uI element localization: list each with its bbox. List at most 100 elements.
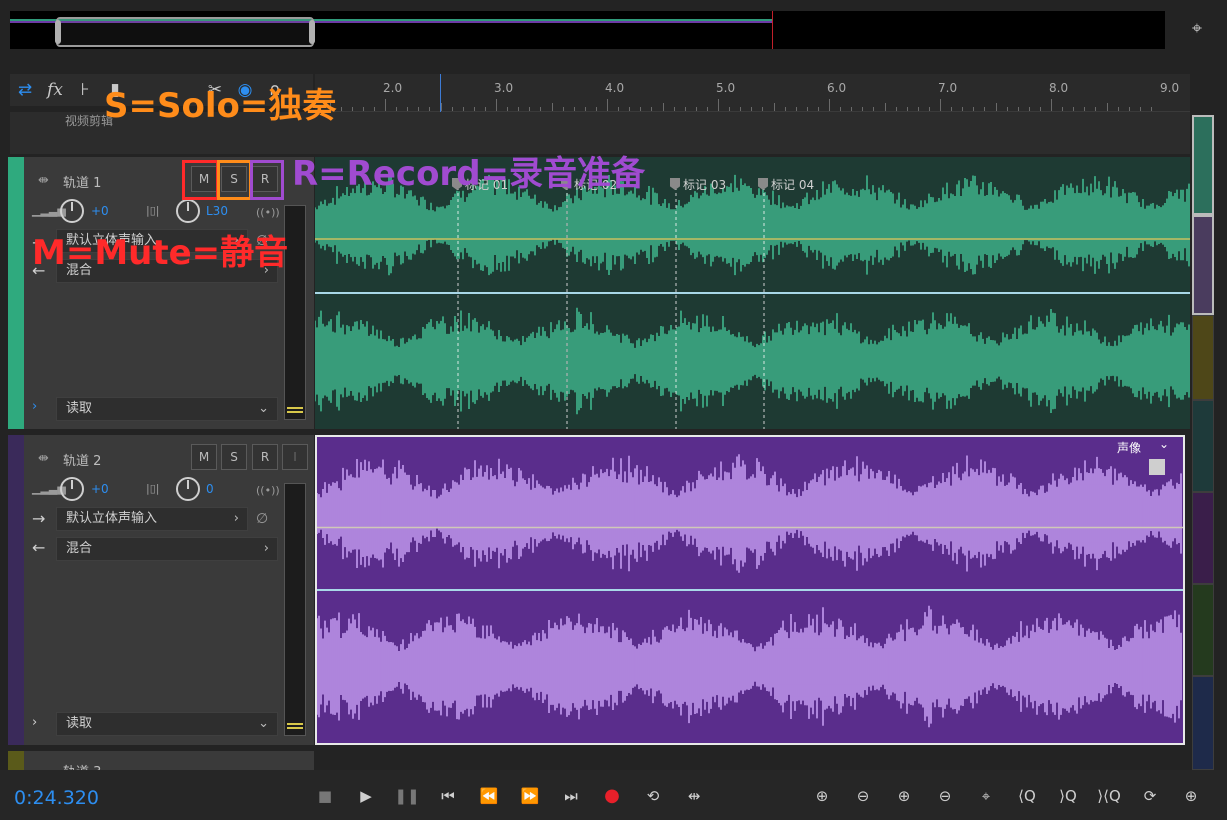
zoom-in-point-icon[interactable]: ⟩Q [1055, 784, 1081, 808]
track2-mute-button[interactable]: M [191, 444, 217, 470]
zoom-full-icon[interactable]: ⌖ [973, 784, 999, 808]
ruler-tick [862, 107, 864, 111]
overview-viewport-handle[interactable] [55, 17, 315, 47]
vertical-scrollbar[interactable] [1192, 115, 1214, 770]
track2-name[interactable]: 轨道 2 [63, 450, 101, 469]
track3-color-strip [8, 751, 24, 770]
scroll-segment[interactable] [1192, 676, 1214, 770]
ruler-tick [695, 107, 697, 111]
track2-input-dropdown[interactable]: 默认立体声输入 › [56, 507, 248, 531]
zoom-out-point-icon[interactable]: ⟩⟨Q [1096, 784, 1122, 808]
ruler-tick [1073, 107, 1075, 111]
track2-pan-knob[interactable] [176, 477, 200, 501]
ruler-tick [607, 99, 608, 111]
overview-navigator[interactable] [10, 11, 1165, 49]
ruler-tick [1128, 107, 1130, 111]
clip-fade-handle[interactable] [1149, 459, 1165, 475]
zoom-tracks-icon[interactable]: ⊕ [1178, 784, 1204, 808]
ruler-tick [1062, 107, 1064, 111]
current-time-display[interactable]: 0:24.320 [14, 787, 99, 809]
ruler-tick [418, 107, 420, 111]
track2-pan-value[interactable]: 0 [206, 482, 214, 496]
zoom-out-amplitude-icon[interactable]: ⊖ [850, 784, 876, 808]
expand-icon[interactable]: › [32, 715, 37, 730]
clip-label[interactable]: 声像 [1117, 439, 1141, 456]
zoom-in-time-icon[interactable]: ⊕ [891, 784, 917, 808]
skip-end-icon[interactable]: ⏭ [557, 784, 585, 808]
ruler-tick [484, 107, 486, 111]
skip-start-icon[interactable]: ⏮ [434, 784, 462, 808]
time-ruler[interactable]: 2.0 3.0 4.0 5.0 6.0 7.0 8.0 9.0 [315, 74, 1190, 112]
fx-icon[interactable]: fx [44, 79, 66, 101]
skip-selection-icon[interactable]: ⇹ [680, 784, 708, 808]
fast-forward-icon[interactable]: ⏩ [516, 784, 544, 808]
track2-automation-dropdown[interactable]: 读取 ⌄ [56, 712, 278, 736]
track2-clip[interactable]: 声像 ⌄ [315, 435, 1185, 745]
ruler-tick [662, 103, 664, 111]
track3-name[interactable]: 轨道 3 [63, 761, 101, 770]
chevron-right-icon: › [233, 511, 239, 526]
zoom-to-selection-icon[interactable]: ⌖ [1185, 18, 1209, 42]
zoom-in-amplitude-icon[interactable]: ⊕ [809, 784, 835, 808]
expand-icon[interactable]: › [32, 399, 37, 414]
rewind-icon[interactable]: ⏪ [475, 784, 503, 808]
track1-pan-knob[interactable] [176, 199, 200, 223]
ruler-tick [762, 107, 764, 111]
track2-output-dropdown[interactable]: 混合 › [56, 537, 278, 561]
pan-icon: |▯| [146, 482, 160, 495]
pause-icon[interactable]: ❚❚ [393, 784, 421, 808]
zoom-reset-icon[interactable]: ⟳ [1137, 784, 1163, 808]
track1-name[interactable]: 轨道 1 [63, 172, 101, 191]
phase-icon[interactable]: ∅ [256, 511, 268, 527]
loop-icon[interactable]: ⟲ [639, 784, 667, 808]
marker-03[interactable]: 标记 03 [670, 176, 726, 193]
ruler-label: 4.0 [605, 81, 625, 95]
scroll-segment[interactable] [1192, 315, 1214, 400]
track2-volume-knob[interactable] [60, 477, 84, 501]
solo-annotation: S=Solo=独奏 [104, 86, 337, 126]
track1-clip[interactable] [315, 157, 1190, 429]
solo-highlight-box [217, 160, 252, 200]
track2-volume-value[interactable]: +0 [91, 482, 109, 496]
track2-solo-button[interactable]: S [221, 444, 247, 470]
scroll-segment[interactable] [1192, 584, 1214, 676]
track2-input-label: 默认立体声输入 [66, 511, 158, 526]
track2-output-label: 混合 [66, 541, 93, 556]
track2-header[interactable]: ⇼ 轨道 2 M S R I ▁▂▃▅ +0 |▯| 0 ((•)) → 默认立… [8, 435, 314, 745]
stop-icon[interactable]: ■ [311, 784, 339, 808]
play-icon[interactable]: ▶ [352, 784, 380, 808]
waveform-channel [317, 454, 1182, 573]
input-output-icon[interactable]: ⇄ [14, 79, 36, 101]
track2-input-monitor-button[interactable]: I [282, 444, 308, 470]
sends-icon[interactable]: ⊦ [74, 79, 96, 101]
mute-annotation: M=Mute=静音 [32, 233, 289, 273]
ruler-tick [884, 103, 886, 111]
scroll-segment[interactable] [1192, 492, 1214, 584]
ruler-tick [917, 107, 919, 111]
ruler-tick [1017, 107, 1019, 111]
zoom-out-time-icon[interactable]: ⊖ [932, 784, 958, 808]
ruler-tick [496, 99, 497, 111]
track1-volume-value[interactable]: +0 [91, 204, 109, 218]
scroll-segment[interactable] [1192, 115, 1214, 215]
ruler-label: 2.0 [383, 81, 403, 95]
marker-flag-icon [670, 178, 680, 190]
record-icon[interactable]: ● [598, 784, 626, 808]
track1-automation-dropdown[interactable]: 读取 ⌄ [56, 397, 278, 421]
marker-04[interactable]: 标记 04 [758, 176, 814, 193]
scroll-segment[interactable] [1192, 215, 1214, 315]
track1-pan-value[interactable]: L30 [206, 204, 228, 218]
zoom-selection-icon[interactable]: ⟨Q [1014, 784, 1040, 808]
ruler-tick [718, 99, 719, 111]
track2-automation-label: 读取 [66, 716, 93, 731]
track2-record-button[interactable]: R [252, 444, 278, 470]
chevron-down-icon[interactable]: ⌄ [1159, 437, 1169, 451]
playhead[interactable] [440, 74, 441, 112]
ruler-tick [795, 107, 797, 111]
track3-header[interactable]: 轨道 3 [8, 751, 314, 770]
ruler-tick [940, 99, 941, 111]
ruler-tick [851, 107, 853, 111]
ruler-tick [973, 107, 975, 111]
track1-volume-knob[interactable] [60, 199, 84, 223]
scroll-segment[interactable] [1192, 400, 1214, 492]
